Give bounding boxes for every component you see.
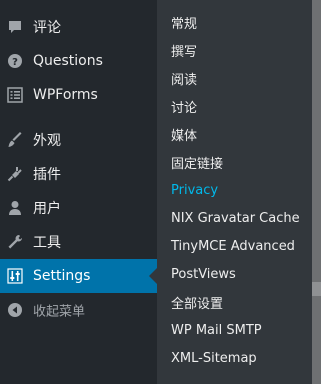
sidebar-item-label: 收起菜单: [33, 304, 86, 320]
submenu-item-postviews[interactable]: PostViews: [171, 260, 236, 288]
plugin-icon: [6, 165, 24, 183]
sidebar-item-label: Settings: [33, 268, 91, 284]
collapse-arrow-icon: [6, 301, 24, 319]
collapse-menu-button[interactable]: 收起菜单: [0, 293, 157, 327]
page-content-edge: [312, 0, 321, 384]
sidebar-item-tools[interactable]: 工具: [0, 225, 157, 259]
submenu-item-reading[interactable]: 阅读: [171, 64, 197, 92]
sidebar-item-label: Questions: [33, 53, 103, 69]
sidebar-item-comments[interactable]: 评论: [0, 10, 157, 44]
submenu-item-media[interactable]: 媒体: [171, 120, 197, 148]
sidebar-item-label: 插件: [33, 167, 61, 183]
submenu-item-xml-sitemap[interactable]: XML-Sitemap: [171, 344, 257, 372]
sidebar-item-label: 外观: [33, 133, 61, 149]
admin-menu-screen: 评论 ? Questions WPForms 外观 插件 用户 工具 Setti…: [0, 0, 321, 384]
question-circle-icon: ?: [6, 52, 24, 70]
sidebar-item-questions[interactable]: ? Questions: [0, 44, 157, 78]
submenu-item-all-settings[interactable]: 全部设置: [171, 288, 223, 316]
submenu-item-discussion[interactable]: 讨论: [171, 92, 197, 120]
submenu-item-nix-gravatar-cache[interactable]: NIX Gravatar Cache: [171, 204, 300, 232]
submenu-item-permalinks[interactable]: 固定链接: [171, 148, 223, 176]
submenu-item-tinymce-advanced[interactable]: TinyMCE Advanced: [171, 232, 295, 260]
settings-submenu: 常规 撰写 阅读 讨论 媒体 固定链接 Privacy NIX Gravatar…: [157, 0, 312, 384]
menu-separator: [0, 116, 157, 117]
wrench-icon: [6, 233, 24, 251]
admin-sidebar: 评论 ? Questions WPForms 外观 插件 用户 工具 Setti…: [0, 0, 157, 384]
submenu-item-wp-mail-smtp[interactable]: WP Mail SMTP: [171, 316, 262, 344]
submenu-item-writing[interactable]: 撰写: [171, 36, 197, 64]
content-edge-bar: [312, 282, 321, 296]
forms-icon: [6, 86, 24, 104]
sidebar-item-label: 工具: [33, 235, 61, 251]
submenu-pointer: [149, 268, 157, 284]
sidebar-item-label: WPForms: [33, 87, 98, 103]
sidebar-item-users[interactable]: 用户: [0, 191, 157, 225]
sidebar-item-settings[interactable]: Settings: [0, 259, 157, 293]
sidebar-item-plugins[interactable]: 插件: [0, 157, 157, 191]
settings-sliders-icon: [6, 267, 24, 285]
sidebar-item-wpforms[interactable]: WPForms: [0, 78, 157, 112]
svg-text:?: ?: [12, 57, 18, 68]
sidebar-item-appearance[interactable]: 外观: [0, 123, 157, 157]
paintbrush-icon: [6, 131, 24, 149]
submenu-item-general[interactable]: 常规: [171, 8, 197, 36]
user-icon: [6, 199, 24, 217]
submenu-item-privacy[interactable]: Privacy: [171, 176, 218, 204]
comment-icon: [6, 18, 24, 36]
sidebar-item-label: 评论: [33, 20, 61, 36]
sidebar-item-label: 用户: [33, 201, 61, 217]
